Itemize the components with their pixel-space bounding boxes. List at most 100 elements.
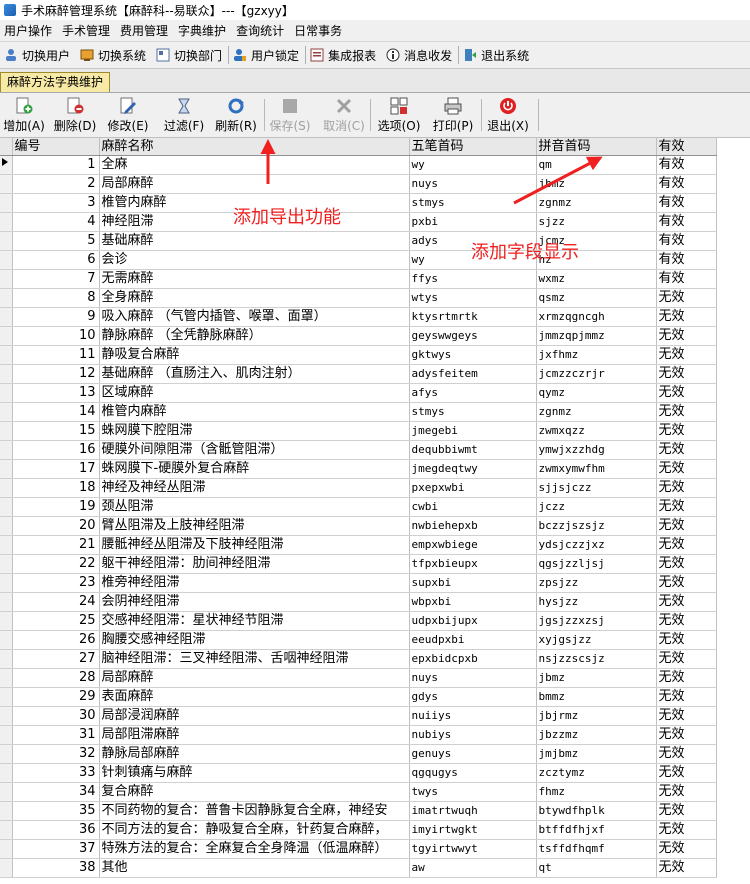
table-row[interactable]: 1 全麻 wy qm 有效 xyxy=(0,155,717,175)
filter-button[interactable]: 过滤(F) xyxy=(162,97,206,135)
cell-wubi[interactable]: wbpxbi xyxy=(409,592,537,612)
cell-pinyin[interactable]: qm xyxy=(536,155,657,175)
row-selector[interactable] xyxy=(0,516,13,536)
user-lock-button[interactable]: 用户锁定 xyxy=(229,44,305,66)
row-selector[interactable] xyxy=(0,307,13,327)
row-selector[interactable] xyxy=(0,820,13,840)
cell-name[interactable]: 静吸复合麻醉 xyxy=(99,345,410,365)
cell-valid[interactable]: 无效 xyxy=(656,402,717,422)
cell-valid[interactable]: 无效 xyxy=(656,687,717,707)
row-selector[interactable] xyxy=(0,725,13,745)
row-selector[interactable] xyxy=(0,231,13,251)
cell-pinyin[interactable]: zwmxymwfhm xyxy=(536,459,657,479)
tab-anesthesia-method-dictionary[interactable]: 麻醉方法字典维护 xyxy=(0,72,111,92)
cell-wubi[interactable]: cwbi xyxy=(409,497,537,517)
table-row[interactable]: 26 胸腰交感神经阻滞 eeudpxbi xyjgsjzz 无效 xyxy=(0,630,717,650)
table-row[interactable]: 21 腰骶神经丛阻滞及下肢神经阻滞 empxwbiege ydsjczzjxz 无效 xyxy=(0,535,717,555)
cell-pinyin[interactable]: btywdfhplk xyxy=(536,801,657,821)
cell-pinyin[interactable]: zwmxqzz xyxy=(536,421,657,441)
cell-valid[interactable]: 无效 xyxy=(656,383,717,403)
cell-id[interactable]: 7 xyxy=(12,269,100,289)
table-row[interactable]: 29 表面麻醉 gdys bmmz 无效 xyxy=(0,687,717,707)
cell-wubi[interactable]: jmegdeqtwy xyxy=(409,459,537,479)
cell-name[interactable]: 针刺镇痛与麻醉 xyxy=(99,763,410,783)
row-selector[interactable] xyxy=(0,383,13,403)
cell-name[interactable]: 不同药物的复合：普鲁卡因静脉复合全麻，神经安 xyxy=(99,801,410,821)
cell-valid[interactable]: 无效 xyxy=(656,706,717,726)
cell-pinyin[interactable]: jbmz xyxy=(536,174,657,194)
cell-wubi[interactable]: jmegebi xyxy=(409,421,537,441)
cell-valid[interactable]: 无效 xyxy=(656,497,717,517)
table-row[interactable]: 19 颈丛阻滞 cwbi jczz 无效 xyxy=(0,497,717,517)
table-row[interactable]: 30 局部浸润麻醉 nuiiys jbjrmz 无效 xyxy=(0,706,717,726)
table-row[interactable]: 11 静吸复合麻醉 gktwys jxfhmz 无效 xyxy=(0,345,717,365)
cell-id[interactable]: 38 xyxy=(12,858,100,878)
cell-name[interactable]: 全麻 xyxy=(99,155,410,175)
cell-id[interactable]: 19 xyxy=(12,497,100,517)
row-selector[interactable] xyxy=(0,174,13,194)
cell-pinyin[interactable]: bmmz xyxy=(536,687,657,707)
row-selector[interactable] xyxy=(0,573,13,593)
row-selector[interactable] xyxy=(0,288,13,308)
anesthesia-method-grid[interactable]: 编号 麻醉名称 五笔首码 拼音首码 有效 1 全麻 wy qm 有效 2 局部麻醉 nuys j… xyxy=(0,138,750,884)
cell-id[interactable]: 5 xyxy=(12,231,100,251)
table-row[interactable]: 13 区域麻醉 afys qymz 无效 xyxy=(0,383,717,403)
row-selector[interactable] xyxy=(0,193,13,213)
cell-wubi[interactable]: udpxbijupx xyxy=(409,611,537,631)
cell-valid[interactable]: 无效 xyxy=(656,535,717,555)
row-selector[interactable] xyxy=(0,402,13,422)
cell-valid[interactable]: 无效 xyxy=(656,421,717,441)
row-selector[interactable] xyxy=(0,345,13,365)
options-button[interactable]: 选项(O) xyxy=(376,97,422,135)
print-button[interactable]: 打印(P) xyxy=(430,97,476,135)
integrated-report-button[interactable]: 集成报表 xyxy=(306,44,382,66)
cell-name[interactable]: 会阴神经阻滞 xyxy=(99,592,410,612)
cell-name[interactable]: 局部麻醉 xyxy=(99,668,410,688)
table-row[interactable]: 22 躯干神经阻滞：肋间神经阻滞 tfpxbieupx qgsjzzljsj 无效 xyxy=(0,554,717,574)
menu-query[interactable]: 查询统计 xyxy=(232,22,290,39)
cell-id[interactable]: 35 xyxy=(12,801,100,821)
cell-wubi[interactable]: aw xyxy=(409,858,537,878)
exit-system-button[interactable]: 退出系统 xyxy=(459,44,535,66)
cell-name[interactable]: 交感神经阻滞：星状神经节阻滞 xyxy=(99,611,410,631)
table-row[interactable]: 14 椎管内麻醉 stmys zgnmz 无效 xyxy=(0,402,717,422)
table-row[interactable]: 15 蛛网膜下腔阻滞 jmegebi zwmxqzz 无效 xyxy=(0,421,717,441)
edit-button[interactable]: 修改(E) xyxy=(106,97,150,135)
cell-wubi[interactable]: stmys xyxy=(409,193,537,213)
cell-pinyin[interactable]: qymz xyxy=(536,383,657,403)
cell-name[interactable]: 会诊 xyxy=(99,250,410,270)
cell-name[interactable]: 颈丛阻滞 xyxy=(99,497,410,517)
table-row[interactable]: 23 椎旁神经阻滞 supxbi zpsjzz 无效 xyxy=(0,573,717,593)
cell-pinyin[interactable]: jgsjzzxzsj xyxy=(536,611,657,631)
table-row[interactable]: 36 不同方法的复合：静吸复合全麻，针药复合麻醉， imyirtwgkt btffdf… xyxy=(0,820,717,840)
cell-valid[interactable]: 无效 xyxy=(656,725,717,745)
cell-wubi[interactable]: nuys xyxy=(409,668,537,688)
table-row[interactable]: 4 神经阻滞 pxbi sjzz 有效 xyxy=(0,212,717,232)
cell-name[interactable]: 局部浸润麻醉 xyxy=(99,706,410,726)
cell-valid[interactable]: 无效 xyxy=(656,307,717,327)
table-row[interactable]: 6 会诊 wy hz 有效 xyxy=(0,250,717,270)
cell-pinyin[interactable]: jxfhmz xyxy=(536,345,657,365)
cell-id[interactable]: 17 xyxy=(12,459,100,479)
cell-pinyin[interactable]: ydsjczzjxz xyxy=(536,535,657,555)
menu-surgery[interactable]: 手术管理 xyxy=(58,22,116,39)
cell-wubi[interactable]: dequbbiwmt xyxy=(409,440,537,460)
cell-valid[interactable]: 无效 xyxy=(656,858,717,878)
table-row[interactable]: 17 蛛网膜下-硬膜外复合麻醉 jmegdeqtwy zwmxymwfhm 无效 xyxy=(0,459,717,479)
cell-id[interactable]: 34 xyxy=(12,782,100,802)
cell-pinyin[interactable]: jcmzzczrjr xyxy=(536,364,657,384)
cell-pinyin[interactable]: zpsjzz xyxy=(536,573,657,593)
cell-id[interactable]: 33 xyxy=(12,763,100,783)
cell-valid[interactable]: 无效 xyxy=(656,440,717,460)
cell-wubi[interactable]: tfpxbieupx xyxy=(409,554,537,574)
cell-name[interactable]: 硬膜外间隙阻滞（含骶管阻滞） xyxy=(99,440,410,460)
cell-pinyin[interactable]: sjjsjczz xyxy=(536,478,657,498)
row-selector[interactable] xyxy=(0,668,13,688)
cell-id[interactable]: 26 xyxy=(12,630,100,650)
cell-id[interactable]: 29 xyxy=(12,687,100,707)
delete-button[interactable]: 删除(D) xyxy=(53,97,97,135)
cell-valid[interactable]: 有效 xyxy=(656,212,717,232)
row-selector[interactable] xyxy=(0,326,13,346)
cell-name[interactable]: 特殊方法的复合：全麻复合全身降温（低温麻醉） xyxy=(99,839,410,859)
row-selector[interactable] xyxy=(0,744,13,764)
